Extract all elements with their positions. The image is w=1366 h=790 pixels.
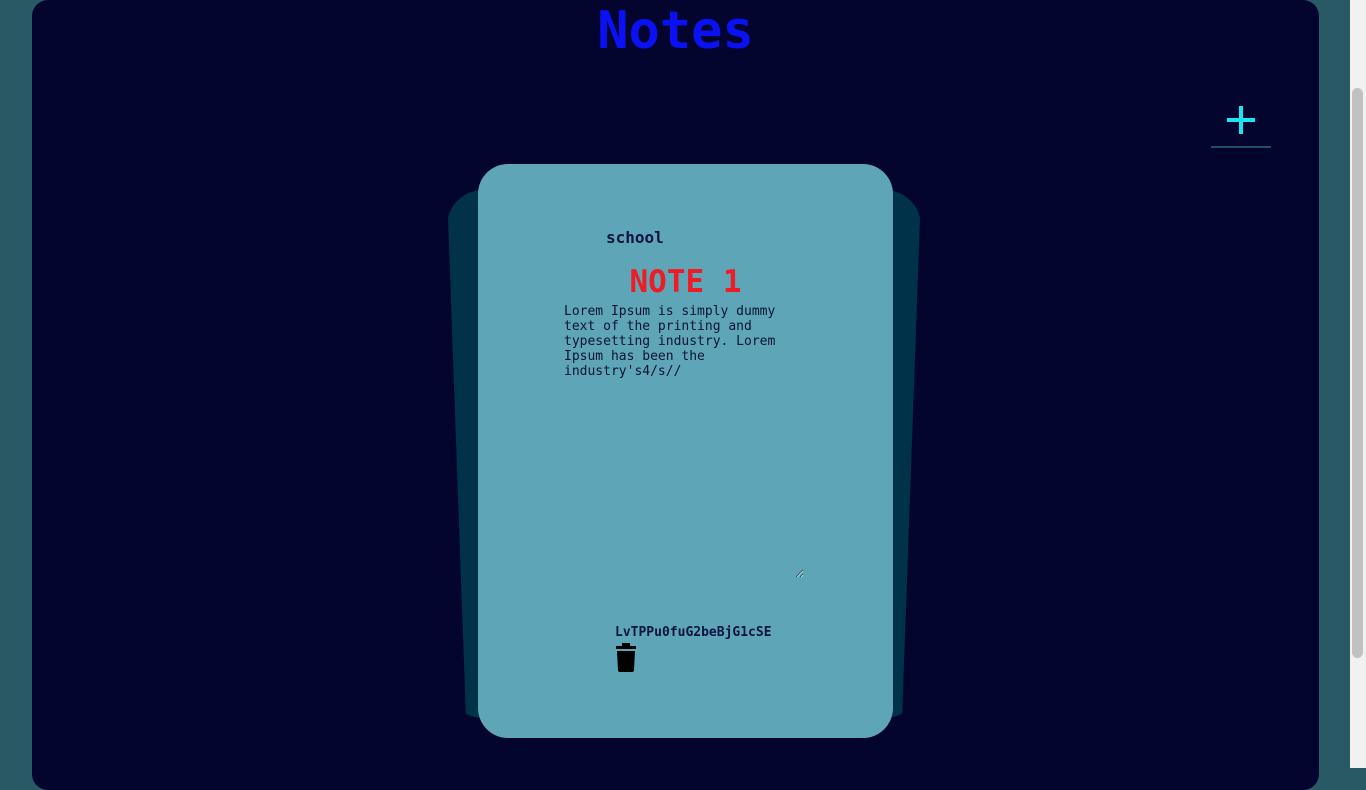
app-frame: Notes school NOTE 1 Lorem Ipsum is simpl… (32, 0, 1319, 790)
add-note-button[interactable] (1211, 100, 1271, 148)
note-body-textarea[interactable]: Lorem Ipsum is simply dummy text of the … (564, 304, 804, 578)
trash-icon (616, 643, 636, 672)
note-id: LvTPPu0fuG2beBjG1cSE (615, 625, 772, 640)
plus-icon (1227, 106, 1255, 134)
scrollbar-thumb[interactable] (1352, 88, 1363, 658)
note-category: school (606, 228, 664, 247)
note-title: NOTE 1 (629, 264, 742, 300)
note-card: school NOTE 1 Lorem Ipsum is simply dumm… (478, 164, 893, 738)
page-title: Notes (597, 1, 754, 61)
delete-note-button[interactable] (614, 643, 638, 673)
page-scrollbar[interactable] (1350, 0, 1366, 768)
